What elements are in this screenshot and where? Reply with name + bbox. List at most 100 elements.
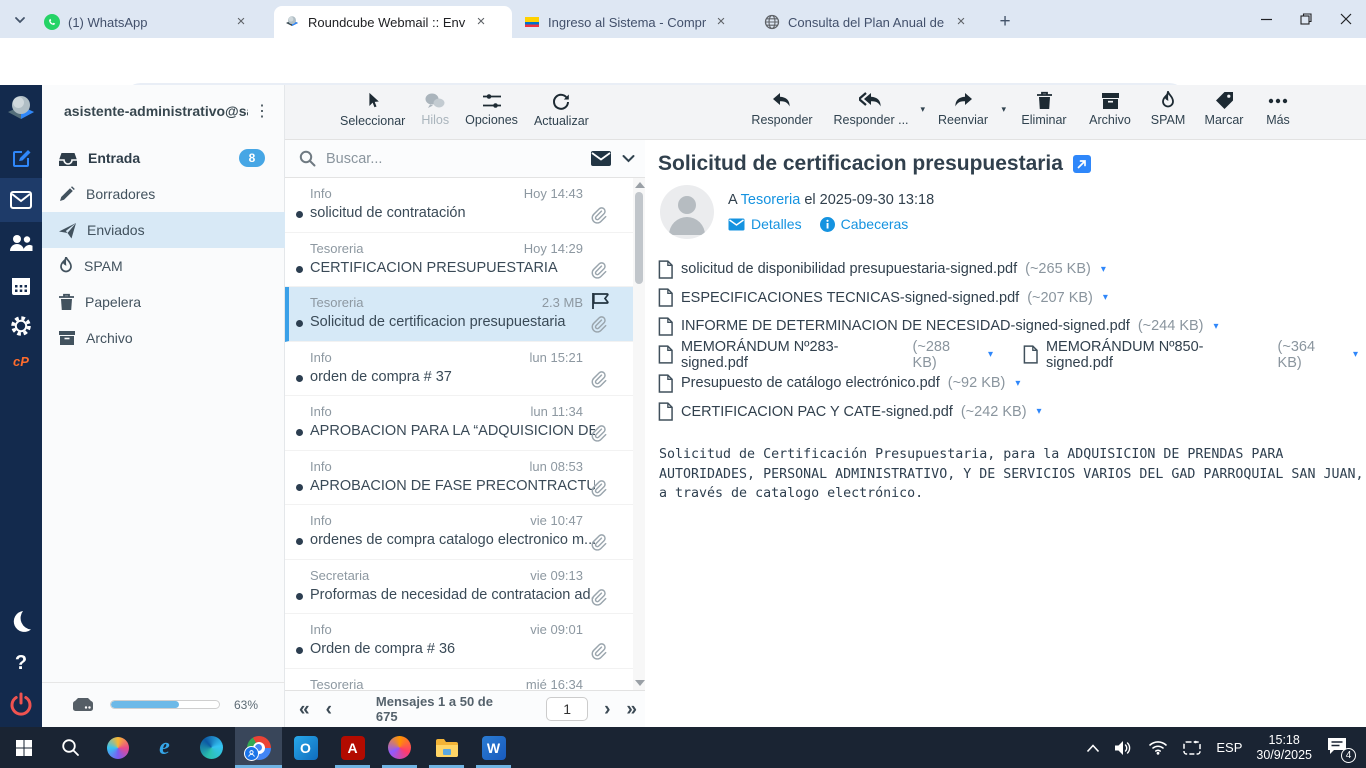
tab-search-button[interactable]: [7, 8, 32, 32]
attachment-menu-icon[interactable]: ▾: [1101, 264, 1106, 275]
list-item[interactable]: Info vie 10:47 ordenes de compra catalog…: [285, 505, 633, 560]
list-item[interactable]: Info lun 08:53 APROBACION DE FASE PRECON…: [285, 451, 633, 505]
headers-link[interactable]: Cabeceras: [819, 216, 908, 232]
delete-button[interactable]: Eliminar: [1014, 91, 1074, 127]
list-item[interactable]: Info vie 09:01 Orden de compra # 36: [285, 614, 633, 669]
list-item[interactable]: Secretaria vie 09:13 Proformas de necesi…: [285, 560, 633, 614]
flag-icon[interactable]: [591, 292, 609, 309]
sidebar-item-spam[interactable]: SPAM: [42, 248, 285, 284]
attachment-item[interactable]: MEMORÁNDUM Nº283-signed.pdf (~288 KB) ▾: [658, 339, 993, 371]
account-menu-icon[interactable]: ⋮: [248, 101, 277, 121]
copilot-icon[interactable]: [94, 727, 141, 768]
new-tab-button[interactable]: +: [992, 9, 1018, 35]
word-icon[interactable]: W: [470, 727, 517, 768]
file-explorer-icon[interactable]: [423, 727, 470, 768]
scrollbar-thumb[interactable]: [635, 192, 643, 284]
list-item[interactable]: Tesoreria mié 16:34: [285, 669, 633, 691]
prev-page-button[interactable]: ‹: [318, 700, 340, 719]
start-button[interactable]: [0, 727, 47, 768]
attachment-menu-icon[interactable]: ▾: [1214, 321, 1219, 332]
refresh-list-button[interactable]: Actualizar: [534, 91, 589, 128]
reply-all-button[interactable]: Responder ... ▾: [828, 91, 925, 127]
calendar-icon[interactable]: [0, 268, 42, 304]
sidebar-item-papelera[interactable]: Papelera: [42, 284, 285, 320]
tab-close-icon[interactable]: ×: [472, 13, 490, 31]
clock[interactable]: 15:18 30/9/2025: [1256, 733, 1312, 763]
settings-gear-icon[interactable]: [0, 307, 42, 345]
forward-button-mail[interactable]: Reenviar ▾: [931, 91, 1006, 127]
recipient-link[interactable]: Tesoreria: [741, 192, 801, 208]
wifi-icon[interactable]: [1148, 740, 1168, 755]
options-button[interactable]: Opciones: [465, 91, 518, 128]
sidebar-item-borradores[interactable]: Borradores: [42, 176, 285, 212]
search-scope-mail-icon[interactable]: [590, 150, 612, 167]
last-page-button[interactable]: »: [618, 700, 645, 719]
taskbar-search-icon[interactable]: [47, 727, 94, 768]
tab-close-icon[interactable]: ×: [712, 13, 730, 31]
sidebar-item-enviados[interactable]: Enviados: [42, 212, 285, 248]
attachment-menu-icon[interactable]: ▾: [988, 349, 993, 360]
first-page-button[interactable]: «: [291, 700, 318, 719]
minimize-button[interactable]: [1246, 0, 1286, 38]
logout-power-icon[interactable]: [0, 687, 42, 721]
edge-icon[interactable]: [188, 727, 235, 768]
volume-icon[interactable]: [1114, 740, 1134, 756]
compose-icon[interactable]: [0, 140, 42, 178]
more-button[interactable]: Más: [1258, 91, 1298, 127]
tab-close-icon[interactable]: ×: [952, 13, 970, 31]
browser-tab-roundcube[interactable]: Roundcube Webmail :: Enviados ×: [274, 6, 512, 38]
forward-caret-icon[interactable]: ▾: [1001, 104, 1006, 115]
list-item[interactable]: Tesoreria Hoy 14:29 CERTIFICACION PRESUP…: [285, 233, 633, 287]
attachment-item[interactable]: solicitud de disponibilidad presupuestar…: [658, 260, 1106, 279]
tray-expand-icon[interactable]: [1086, 743, 1100, 753]
select-button[interactable]: Seleccionar: [340, 91, 405, 128]
tab-close-icon[interactable]: ×: [232, 13, 250, 31]
acrobat-icon[interactable]: A: [329, 727, 376, 768]
reply-button[interactable]: Responder: [745, 91, 819, 127]
attachment-menu-icon[interactable]: ▾: [1103, 292, 1108, 303]
attachment-item[interactable]: Presupuesto de catálogo electrónico.pdf …: [658, 374, 1020, 393]
dark-mode-icon[interactable]: [0, 605, 42, 639]
attachment-item[interactable]: INFORME DE DETERMINACION DE NECESIDAD-si…: [658, 317, 1219, 336]
cpanel-icon[interactable]: cP: [0, 349, 42, 373]
scroll-up-icon[interactable]: [635, 182, 645, 188]
list-item-selected[interactable]: Tesoreria 2.3 MB Solicitud de certificac…: [285, 287, 633, 342]
browser-tab-compras[interactable]: Ingreso al Sistema - Compras P ×: [514, 6, 752, 38]
chrome-icon[interactable]: [235, 727, 282, 768]
list-scrollbar[interactable]: [633, 178, 645, 690]
browser-tab-plan-anual[interactable]: Consulta del Plan Anual de Con ×: [754, 6, 988, 38]
sidebar-item-entrada[interactable]: Entrada 8: [42, 140, 285, 176]
list-item[interactable]: Info lun 15:21 orden de compra # 37: [285, 342, 633, 396]
scroll-down-icon[interactable]: [635, 680, 645, 686]
maximize-button[interactable]: [1286, 0, 1326, 38]
close-window-button[interactable]: [1326, 0, 1366, 38]
contacts-icon[interactable]: [0, 225, 42, 261]
search-input[interactable]: [326, 150, 590, 167]
attachment-menu-icon[interactable]: ▾: [1015, 378, 1020, 389]
archive-button[interactable]: Archivo: [1083, 91, 1137, 127]
list-item[interactable]: Info lun 11:34 APROBACION PARA LA “ADQUI…: [285, 396, 633, 451]
outlook-icon[interactable]: O: [282, 727, 329, 768]
page-input[interactable]: [546, 697, 589, 721]
attachment-item[interactable]: MEMORÁNDUM Nº850-signed.pdf (~364 KB) ▾: [1023, 339, 1358, 371]
spam-button[interactable]: SPAM: [1146, 91, 1190, 127]
attachment-item[interactable]: ESPECIFICACIONES TECNICAS-signed-signed.…: [658, 288, 1108, 307]
next-page-button[interactable]: ›: [596, 700, 618, 719]
sidebar-item-archivo[interactable]: Archivo: [42, 320, 285, 356]
touchpad-icon[interactable]: [1182, 740, 1202, 756]
search-options-chevron-icon[interactable]: [622, 154, 635, 164]
firefox-icon[interactable]: [376, 727, 423, 768]
list-item[interactable]: Info Hoy 14:43 solicitud de contratación: [285, 178, 633, 233]
reply-all-caret-icon[interactable]: ▾: [920, 104, 925, 115]
internet-explorer-icon[interactable]: e: [141, 727, 188, 768]
mail-icon[interactable]: [0, 178, 42, 222]
mark-button[interactable]: Marcar: [1199, 91, 1249, 127]
help-icon[interactable]: ?: [0, 647, 42, 679]
threads-button[interactable]: Hilos: [421, 91, 449, 128]
attachment-menu-icon[interactable]: ▾: [1037, 406, 1042, 417]
browser-tab-whatsapp[interactable]: (1) WhatsApp ×: [34, 6, 272, 38]
attachment-menu-icon[interactable]: ▾: [1353, 349, 1358, 360]
attachment-item[interactable]: CERTIFICACION PAC Y CATE-signed.pdf (~24…: [658, 402, 1042, 421]
details-link[interactable]: Detalles: [728, 216, 802, 232]
language-indicator[interactable]: ESP: [1216, 740, 1242, 755]
